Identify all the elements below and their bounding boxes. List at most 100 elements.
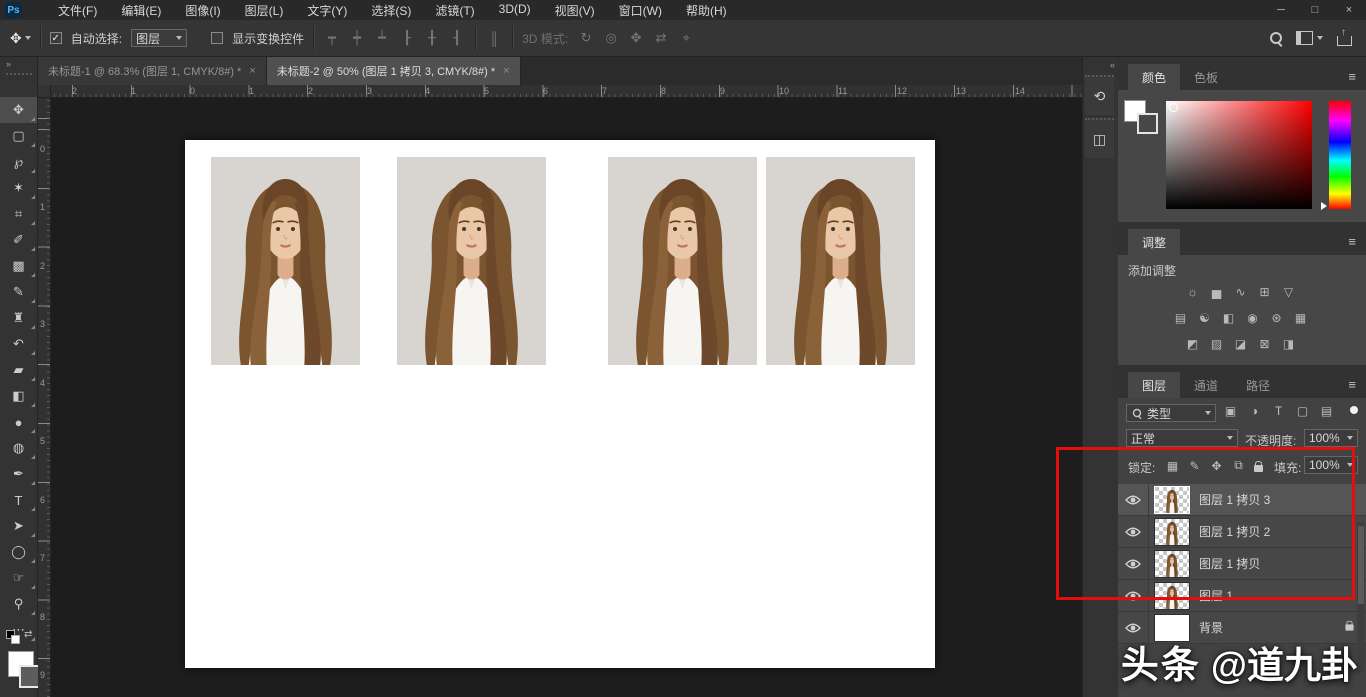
auto-select-checkbox[interactable]: ✓ xyxy=(50,32,62,44)
zoom-tool[interactable]: ⚲ xyxy=(0,591,37,617)
opacity-dropdown[interactable]: 100% xyxy=(1304,429,1358,447)
menu-select[interactable]: 选择(S) xyxy=(359,0,423,21)
tab-adjustments[interactable]: 调整 xyxy=(1128,229,1180,255)
history-brush-tool[interactable]: ↶ xyxy=(0,331,37,357)
canvas-area[interactable] xyxy=(51,98,1082,697)
channel-mixer-icon[interactable]: ⊛ xyxy=(1266,308,1287,327)
healing-brush-tool[interactable]: ▩ xyxy=(0,253,37,279)
3d-pan-icon[interactable]: ✥ xyxy=(627,30,645,46)
close-button[interactable]: × xyxy=(1332,4,1366,16)
align-horizontal-centers-icon[interactable]: ╂ xyxy=(423,30,441,46)
magic-wand-tool[interactable]: ✶ xyxy=(0,175,37,201)
crop-tool[interactable]: ⌗ xyxy=(0,201,37,227)
filter-smart-objects-icon[interactable]: ▤ xyxy=(1318,404,1335,418)
menu-image[interactable]: 图像(I) xyxy=(173,0,232,21)
document-tab[interactable]: 未标题-1 @ 68.3% (图层 1, CMYK/8#) * × xyxy=(38,57,267,85)
minimize-button[interactable]: ─ xyxy=(1264,4,1298,16)
current-tool-preview[interactable]: ✥ xyxy=(10,30,31,47)
posterize-icon[interactable]: ▨ xyxy=(1206,334,1227,353)
share-icon[interactable] xyxy=(1337,36,1352,46)
saturation-brightness-box[interactable] xyxy=(1166,101,1312,209)
layers-scrollbar[interactable] xyxy=(1357,522,1365,672)
invert-icon[interactable]: ◩ xyxy=(1182,334,1203,353)
brush-tool[interactable]: ✎ xyxy=(0,279,37,305)
type-tool[interactable]: T xyxy=(0,487,37,513)
panel-menu-icon[interactable]: ≡ xyxy=(1348,69,1356,84)
align-vertical-centers-icon[interactable]: ┿ xyxy=(348,30,366,46)
panel-menu-icon[interactable]: ≡ xyxy=(1348,234,1356,249)
color-marker[interactable] xyxy=(1169,103,1178,112)
panel-menu-icon[interactable]: ≡ xyxy=(1348,377,1356,392)
3d-zoom-camera-icon[interactable]: ⌖ xyxy=(677,30,695,46)
document-canvas[interactable] xyxy=(185,140,935,668)
vibrance-icon[interactable]: ▽ xyxy=(1278,282,1299,301)
tab-channels[interactable]: 通道 xyxy=(1180,372,1232,398)
eraser-tool[interactable]: ▰ xyxy=(0,357,37,383)
exposure-icon[interactable]: ⊞ xyxy=(1254,282,1275,301)
menu-type[interactable]: 文字(Y) xyxy=(295,0,359,21)
menu-filter[interactable]: 滤镜(T) xyxy=(423,0,486,21)
default-colors-icon-bg[interactable] xyxy=(11,635,20,644)
background-color-swatch[interactable] xyxy=(1137,113,1158,134)
color-balance-icon[interactable]: ☯ xyxy=(1194,308,1215,327)
tab-close-icon[interactable]: × xyxy=(249,65,255,77)
menu-file[interactable]: 文件(F) xyxy=(46,0,109,21)
filter-shape-layers-icon[interactable]: ▢ xyxy=(1294,404,1311,418)
path-selection-tool[interactable]: ➤ xyxy=(0,513,37,539)
threshold-icon[interactable]: ◪ xyxy=(1230,334,1251,353)
hue-saturation-icon[interactable]: ▤ xyxy=(1170,308,1191,327)
menu-view[interactable]: 视图(V) xyxy=(543,0,607,21)
hue-strip[interactable] xyxy=(1329,101,1351,209)
history-panel-icon[interactable]: ⟲ xyxy=(1085,75,1114,115)
swap-colors-icon[interactable]: ⇄ xyxy=(24,629,32,640)
pen-tool[interactable]: ✒ xyxy=(0,461,37,487)
blend-mode-dropdown[interactable]: 正常 xyxy=(1126,429,1238,447)
menu-window[interactable]: 窗口(W) xyxy=(607,0,674,21)
align-bottom-edges-icon[interactable]: ┷ xyxy=(373,30,391,46)
menu-3d[interactable]: 3D(D) xyxy=(487,0,543,21)
align-left-edges-icon[interactable]: ┠ xyxy=(398,30,416,46)
color-lookup-icon[interactable]: ▦ xyxy=(1290,308,1311,327)
tab-swatches[interactable]: 色板 xyxy=(1180,64,1232,90)
3d-roll-icon[interactable]: ◎ xyxy=(602,30,620,46)
dodge-tool[interactable]: ◍ xyxy=(0,435,37,461)
collapse-toolbar-icon[interactable]: » xyxy=(6,59,10,69)
curves-icon[interactable]: ∿ xyxy=(1230,282,1251,301)
show-transform-controls-checkbox[interactable] xyxy=(211,32,223,44)
hue-marker[interactable] xyxy=(1321,202,1327,210)
photo-filter-icon[interactable]: ◉ xyxy=(1242,308,1263,327)
menu-help[interactable]: 帮助(H) xyxy=(674,0,739,21)
tab-close-icon[interactable]: × xyxy=(503,65,509,77)
clone-stamp-tool[interactable]: ♜ xyxy=(0,305,37,331)
align-top-edges-icon[interactable]: ┯ xyxy=(323,30,341,46)
restore-button[interactable]: □ xyxy=(1298,4,1332,16)
tab-paths[interactable]: 路径 xyxy=(1232,372,1284,398)
toolbar-grip[interactable] xyxy=(6,73,32,75)
menu-layer[interactable]: 图层(L) xyxy=(233,0,296,21)
tab-layers[interactable]: 图层 xyxy=(1128,372,1180,398)
gradient-tool[interactable]: ◧ xyxy=(0,383,37,409)
ellipse-tool[interactable]: ◯ xyxy=(0,539,37,565)
filter-adjustment-layers-icon[interactable]: ◑ xyxy=(1246,404,1263,418)
filter-type-layers-icon[interactable]: T xyxy=(1270,404,1287,418)
3d-orbit-icon[interactable]: ↻ xyxy=(577,30,595,46)
filter-pixel-layers-icon[interactable]: ▣ xyxy=(1222,404,1239,418)
align-right-edges-icon[interactable]: ┨ xyxy=(448,30,466,46)
distribute-icon[interactable]: ║ xyxy=(485,31,503,46)
auto-select-target-dropdown[interactable]: 图层 xyxy=(131,29,187,47)
search-icon[interactable] xyxy=(1270,32,1282,44)
blur-tool[interactable]: ● xyxy=(0,409,37,435)
move-tool[interactable]: ✥ xyxy=(0,97,37,123)
brightness-contrast-icon[interactable]: ☼ xyxy=(1182,282,1203,301)
gradient-map-icon[interactable]: ◨ xyxy=(1278,334,1299,353)
selective-color-icon[interactable]: ⊠ xyxy=(1254,334,1275,353)
eyedropper-tool[interactable]: ✐ xyxy=(0,227,37,253)
levels-icon[interactable]: ▅ xyxy=(1206,282,1227,301)
layer-filter-kind-dropdown[interactable]: 类型 xyxy=(1126,404,1216,422)
3d-slide-icon[interactable]: ⇄ xyxy=(652,30,670,46)
hand-tool[interactable]: ☞ xyxy=(0,565,37,591)
document-tab[interactable]: 未标题-2 @ 50% (图层 1 拷贝 3, CMYK/8#) * × xyxy=(267,57,521,85)
expand-panels-icon[interactable]: « xyxy=(1110,60,1114,70)
menu-edit[interactable]: 编辑(E) xyxy=(109,0,173,21)
properties-panel-icon[interactable]: ◫ xyxy=(1085,118,1114,158)
